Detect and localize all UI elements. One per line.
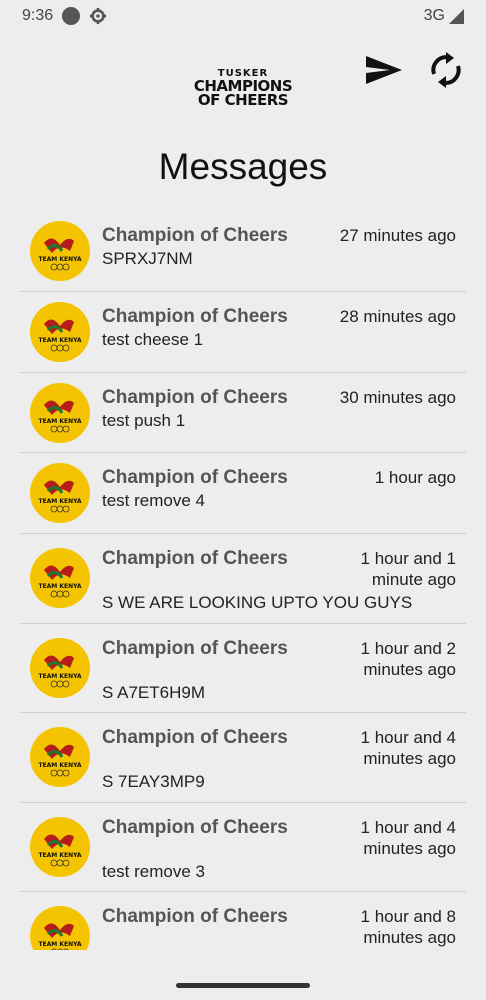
team-kenya-avatar: TEAM KENYA	[30, 727, 90, 787]
message-time: 30 minutes ago	[339, 388, 456, 407]
team-kenya-avatar: TEAM KENYA	[30, 817, 90, 877]
avatar-label: TEAM KENYA	[38, 418, 81, 425]
team-kenya-avatar: TEAM KENYA	[30, 548, 90, 608]
message-item[interactable]: TEAM KENYA Champion of Cheers 1 hour and…	[20, 713, 466, 803]
team-kenya-avatar: TEAM KENYA	[30, 906, 90, 950]
message-sender: Champion of Cheers	[102, 817, 288, 838]
avatar-label: TEAM KENYA	[38, 852, 81, 859]
message-time: 27 minutes ago	[339, 226, 456, 245]
message-item[interactable]: TEAM KENYA Champion of Cheers 1 hour and…	[20, 803, 466, 892]
avatar-label: TEAM KENYA	[38, 583, 81, 590]
message-body: S WE ARE LOOKING UPTO YOU GUYS	[102, 593, 413, 612]
message-time: 28 minutes ago	[339, 307, 456, 326]
team-kenya-avatar: TEAM KENYA	[30, 383, 90, 443]
message-time: 1 hour and 1 minute ago	[360, 549, 456, 589]
message-sender: Champion of Cheers	[102, 906, 288, 927]
team-kenya-avatar: TEAM KENYA	[30, 638, 90, 698]
message-time: 1 hour ago	[374, 468, 456, 487]
message-sender: Champion of Cheers	[102, 638, 288, 659]
refresh-icon[interactable]	[428, 52, 464, 88]
network-type: 3G	[423, 7, 445, 24]
message-item[interactable]: TEAM KENYA Champion of Cheers 1 hour and…	[20, 892, 466, 950]
message-item[interactable]: TEAM KENYA Champion of Cheers 30 minutes…	[20, 373, 466, 453]
message-item[interactable]: TEAM KENYA Champion of Cheers 1 hour ago…	[20, 453, 466, 534]
message-time: 1 hour and 8 minutes ago	[360, 907, 456, 947]
avatar-label: TEAM KENYA	[38, 256, 81, 263]
message-item[interactable]: TEAM KENYA Champion of Cheers 1 hour and…	[20, 624, 466, 713]
message-body: test cheese 1	[102, 330, 204, 349]
message-time: 1 hour and 2 minutes ago	[360, 639, 456, 679]
message-body: S A7ET6H9M	[102, 683, 205, 702]
team-kenya-avatar: TEAM KENYA	[30, 221, 90, 281]
avatar-label: TEAM KENYA	[38, 941, 81, 948]
gear-icon	[90, 7, 107, 25]
app-logo: TUSKER CHAMPIONS OF CHEERS	[194, 50, 293, 126]
message-sender: Champion of Cheers	[102, 387, 288, 408]
messages-list[interactable]: TEAM KENYA Champion of Cheers 27 minutes…	[20, 211, 466, 950]
logo-line-3: OF CHEERS	[197, 90, 289, 109]
message-time: 1 hour and 4 minutes ago	[360, 728, 456, 768]
message-body: SPRXJ7NM	[102, 249, 193, 268]
avatar-label: TEAM KENYA	[38, 762, 81, 769]
avatar-label: TEAM KENYA	[38, 498, 81, 505]
avatar-label: TEAM KENYA	[38, 337, 81, 344]
send-icon[interactable]	[364, 54, 404, 86]
message-item[interactable]: TEAM KENYA Champion of Cheers 27 minutes…	[20, 211, 466, 292]
signal-icon	[449, 8, 464, 24]
page-title: Messages	[158, 146, 328, 187]
message-body: test remove 4	[102, 491, 205, 510]
home-indicator[interactable]	[176, 983, 310, 988]
message-body: test remove 3	[102, 862, 205, 881]
message-sender: Champion of Cheers	[102, 548, 288, 569]
message-item[interactable]: TEAM KENYA Champion of Cheers 28 minutes…	[20, 292, 466, 373]
message-sender: Champion of Cheers	[102, 306, 288, 327]
message-body: S 7EAY3MP9	[102, 772, 205, 791]
team-kenya-avatar: TEAM KENYA	[30, 302, 90, 362]
message-sender: Champion of Cheers	[102, 225, 288, 246]
message-body: test push 1	[102, 411, 186, 430]
message-sender: Champion of Cheers	[102, 467, 288, 488]
status-time: 9:36	[22, 7, 54, 24]
message-item[interactable]: TEAM KENYA Champion of Cheers 1 hour and…	[20, 534, 466, 624]
message-sender: Champion of Cheers	[102, 727, 288, 748]
message-time: 1 hour and 4 minutes ago	[360, 818, 456, 858]
team-kenya-avatar: TEAM KENYA	[30, 463, 90, 523]
avatar-label: TEAM KENYA	[38, 673, 81, 680]
notification-dot-icon	[62, 7, 81, 25]
status-bar: 9:36 3G	[0, 0, 486, 32]
